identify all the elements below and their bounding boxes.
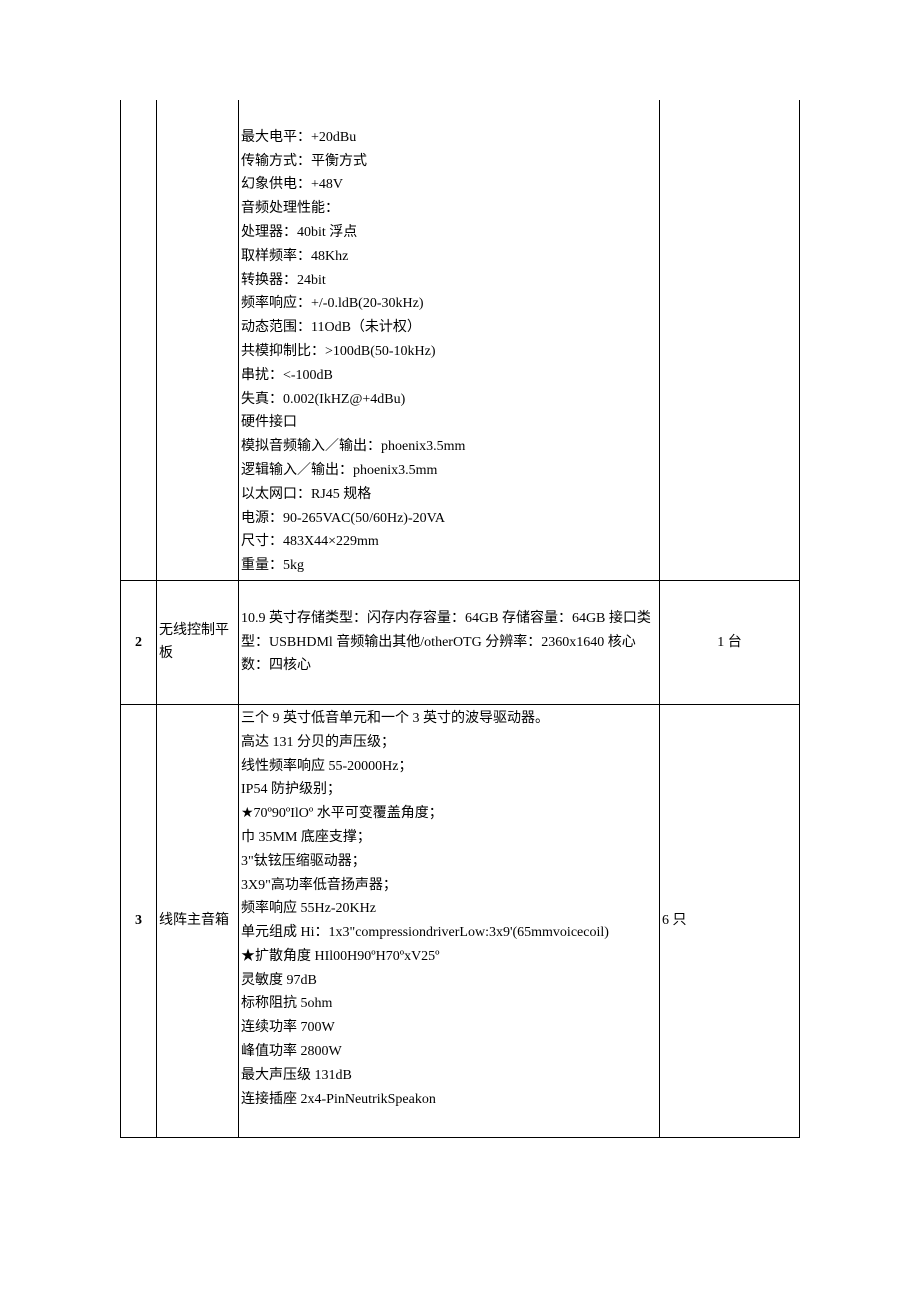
spec-line: IP54 防护级别； (241, 778, 657, 802)
spec-line: 三个 9 英寸低音单元和一个 3 英寸的波导驱动器。 (241, 707, 657, 731)
spec-line: 频率响应：+/-0.ldB(20-30kHz) (241, 292, 657, 316)
row-name: 无线控制平板 (157, 580, 239, 704)
spec-line: 10.9 英寸存储类型：闪存内存容量：64GB 存储容量：64GB 接口类型：U… (241, 607, 657, 678)
row-qty: 1 台 (660, 580, 800, 704)
table-row: 3线阵主音箱三个 9 英寸低音单元和一个 3 英寸的波导驱动器。高达 131 分… (121, 704, 800, 1137)
spec-line (241, 1111, 657, 1135)
spec-line: 最大电平：+20dBu (241, 126, 657, 150)
table-row: 最大电平：+20dBu传输方式：平衡方式幻象供电：+48V音频处理性能：处理器：… (121, 100, 800, 580)
table-row: 2无线控制平板 10.9 英寸存储类型：闪存内存容量：64GB 存储容量：64G… (121, 580, 800, 704)
row-name (157, 100, 239, 580)
spec-line: 幻象供电：+48V (241, 173, 657, 197)
spec-line: 最大声压级 131dB (241, 1064, 657, 1088)
spec-line: 逻辑输入／输出：phoenix3.5mm (241, 459, 657, 483)
spec-line: ★扩散角度 HIl00H90ºH70ºxV25º (241, 945, 657, 969)
row-number: 3 (121, 704, 157, 1137)
row-qty: 6 只 (660, 704, 800, 1137)
spec-line: 硬件接口 (241, 411, 657, 435)
spec-line: 模拟音频输入／输出：phoenix3.5mm (241, 435, 657, 459)
spec-line: 重量：5kg (241, 554, 657, 578)
spec-line: 共模抑制比：>100dB(50-10kHz) (241, 340, 657, 364)
spec-line: 3X9"高功率低音扬声器； (241, 874, 657, 898)
row-name: 线阵主音箱 (157, 704, 239, 1137)
spec-line: 连续功率 700W (241, 1016, 657, 1040)
spec-line: 传输方式：平衡方式 (241, 150, 657, 174)
spec-line: 灵敏度 97dB (241, 969, 657, 993)
spec-line: 串扰：<-100dB (241, 364, 657, 388)
page-container: 最大电平：+20dBu传输方式：平衡方式幻象供电：+48V音频处理性能：处理器：… (0, 0, 920, 1138)
spec-line: 高达 131 分贝的声压级； (241, 731, 657, 755)
spec-line: 连接插座 2x4-PinNeutrikSpeakon (241, 1088, 657, 1112)
row-number: 2 (121, 580, 157, 704)
spec-line: 转换器：24bit (241, 269, 657, 293)
spec-line: 失真：0.002(IkHZ@+4dBu) (241, 388, 657, 412)
spec-line: 线性频率响应 55-20000Hz； (241, 755, 657, 779)
spec-line: 巾 35MM 底座支撑； (241, 826, 657, 850)
row-qty (660, 100, 800, 580)
row-number (121, 100, 157, 580)
spec-line: ★70º90ºIlOº 水平可变覆盖角度； (241, 802, 657, 826)
spec-line (241, 102, 657, 126)
spec-line: 尺寸：483X44×229mm (241, 530, 657, 554)
spec-line: 峰值功率 2800W (241, 1040, 657, 1064)
spec-line: 动态范围：11OdB（未计权） (241, 316, 657, 340)
spec-table: 最大电平：+20dBu传输方式：平衡方式幻象供电：+48V音频处理性能：处理器：… (120, 100, 800, 1138)
spec-line: 处理器：40bit 浮点 (241, 221, 657, 245)
spec-line: 单元组成 Hi：1x3"compressiondriverLow:3x9'(65… (241, 921, 657, 945)
spec-line: 标称阻抗 5ohm (241, 992, 657, 1016)
spec-line (241, 583, 657, 607)
row-spec: 10.9 英寸存储类型：闪存内存容量：64GB 存储容量：64GB 接口类型：U… (239, 580, 660, 704)
spec-line: 音频处理性能： (241, 197, 657, 221)
spec-line: 以太网口：RJ45 规格 (241, 483, 657, 507)
spec-line: 3"钛铉压缩驱动器； (241, 850, 657, 874)
row-spec: 三个 9 英寸低音单元和一个 3 英寸的波导驱动器。高达 131 分贝的声压级；… (239, 704, 660, 1137)
spec-line: 频率响应 55Hz-20KHz (241, 897, 657, 921)
spec-line: 电源：90-265VAC(50/60Hz)-20VA (241, 507, 657, 531)
spec-line (241, 678, 657, 702)
row-spec: 最大电平：+20dBu传输方式：平衡方式幻象供电：+48V音频处理性能：处理器：… (239, 100, 660, 580)
spec-line: 取样频率：48Khz (241, 245, 657, 269)
